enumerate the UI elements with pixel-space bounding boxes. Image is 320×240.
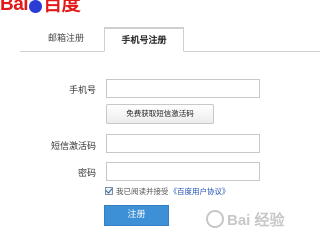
get-sms-code-button[interactable]: 免费获取短信激活码 bbox=[106, 104, 214, 124]
baidu-jingyan-watermark: Bai 经验 bbox=[206, 204, 285, 234]
agree-checkbox[interactable] bbox=[105, 187, 113, 195]
sms-code-label: 短信激活码 bbox=[50, 142, 96, 152]
agreement-row: 我已阅读并接受 《百度用户协议》 bbox=[105, 185, 230, 197]
sms-code-input[interactable] bbox=[106, 134, 260, 153]
watermark-text: Bai 经验 bbox=[227, 211, 285, 229]
password-label: 密码 bbox=[77, 169, 96, 179]
tab-phone-register[interactable]: 手机号注册 bbox=[104, 27, 184, 52]
baidu-logo: Bai 百度 bbox=[0, 0, 81, 16]
user-agreement-link[interactable]: 《百度用户协议》 bbox=[170, 186, 230, 197]
phone-input[interactable] bbox=[106, 79, 260, 98]
logo-text-left: Bai bbox=[0, 0, 29, 15]
register-button[interactable]: 注册 bbox=[104, 205, 169, 226]
agree-text: 我已阅读并接受 bbox=[116, 186, 169, 196]
phone-label: 手机号 bbox=[68, 86, 96, 96]
paw-icon bbox=[29, 0, 43, 13]
tab-email-register[interactable]: 邮箱注册 bbox=[30, 27, 102, 51]
logo-text-right: 百度 bbox=[43, 0, 81, 15]
watermark-paw-icon bbox=[206, 210, 224, 228]
password-input[interactable] bbox=[106, 162, 260, 181]
